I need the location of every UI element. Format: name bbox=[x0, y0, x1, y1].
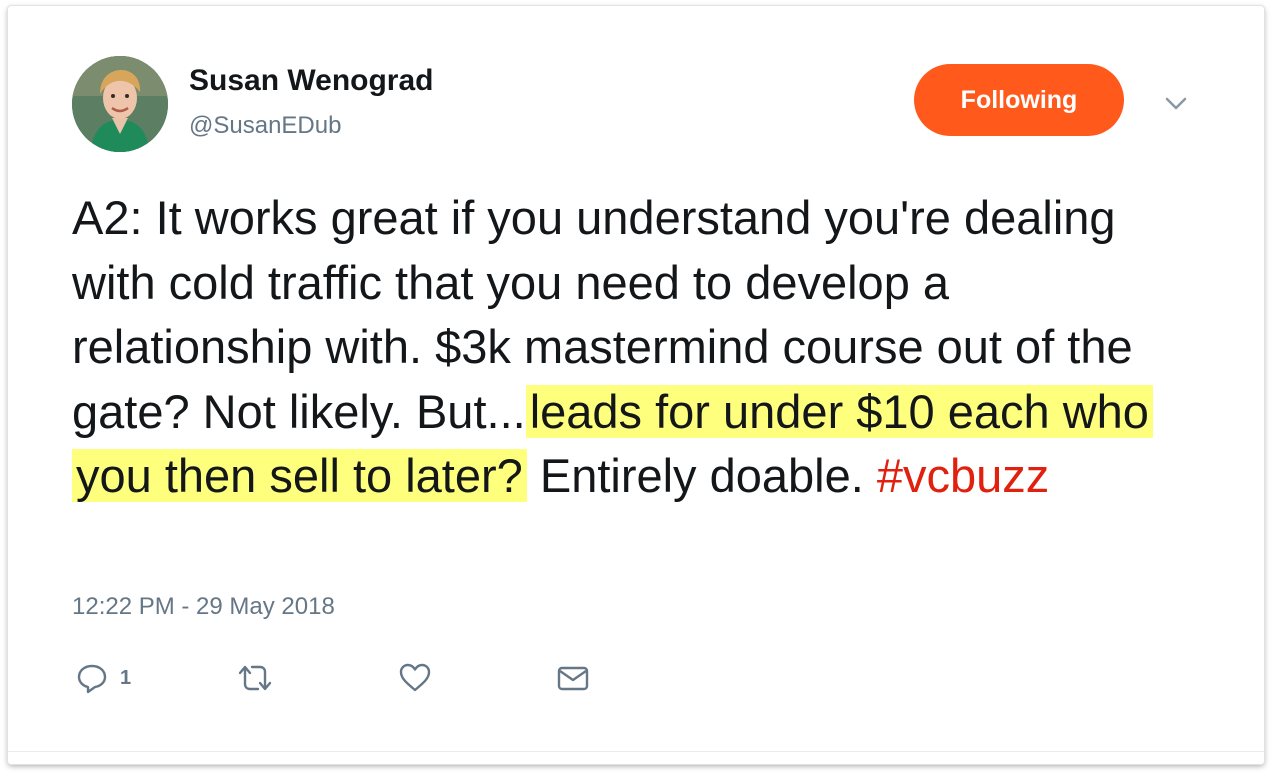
display-name[interactable]: Susan Wenograd bbox=[189, 64, 433, 98]
card-divider bbox=[8, 751, 1264, 752]
chevron-down-icon[interactable] bbox=[1162, 94, 1190, 114]
following-button[interactable]: Following bbox=[914, 64, 1124, 136]
reply-button[interactable]: 1 bbox=[76, 658, 131, 698]
reply-icon bbox=[77, 664, 107, 694]
like-button[interactable] bbox=[398, 658, 432, 698]
direct-message-icon bbox=[557, 666, 589, 691]
retweet-icon bbox=[238, 665, 272, 691]
avatar-image bbox=[72, 56, 168, 152]
direct-message-button[interactable] bbox=[556, 658, 590, 698]
tweet-card: Susan Wenograd @SusanEDub Following A2: … bbox=[8, 6, 1264, 764]
avatar[interactable] bbox=[72, 56, 168, 152]
tweet-text-plain-end: Entirely doable. bbox=[526, 449, 877, 502]
tweet-timestamp[interactable]: 12:22 PM - 29 May 2018 bbox=[72, 593, 335, 621]
tweet-text: A2: It works great if you understand you… bbox=[72, 186, 1202, 509]
hashtag-link[interactable]: #vcbuzz bbox=[877, 449, 1049, 502]
user-handle[interactable]: @SusanEDub bbox=[189, 112, 341, 140]
retweet-button[interactable] bbox=[236, 658, 274, 698]
reply-count: 1 bbox=[120, 666, 132, 689]
like-icon bbox=[399, 663, 431, 692]
